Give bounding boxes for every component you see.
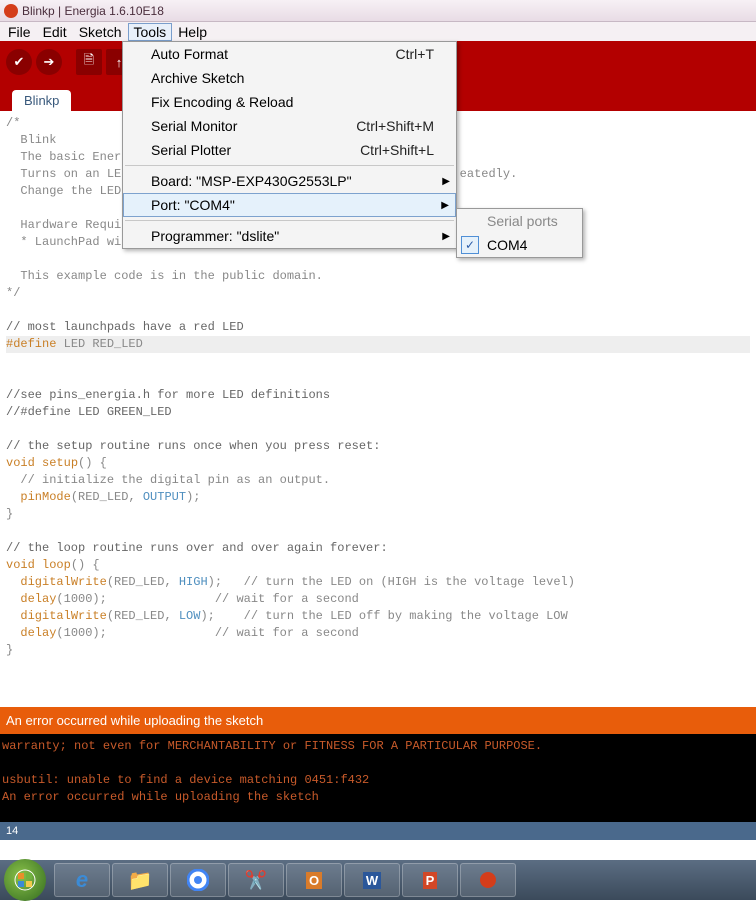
menu-archive-sketch[interactable]: Archive Sketch (123, 66, 456, 90)
menu-sketch[interactable]: Sketch (73, 24, 128, 40)
tab-sketch[interactable]: Blinkp (12, 90, 71, 111)
check-icon: ✓ (461, 236, 479, 254)
error-bar: An error occurred while uploading the sk… (0, 707, 756, 734)
scissors-icon: ✂️ (245, 870, 267, 891)
task-ie[interactable]: e (54, 863, 110, 897)
energia-icon (480, 872, 496, 888)
menu-help[interactable]: Help (172, 24, 213, 40)
menu-fix-encoding[interactable]: Fix Encoding & Reload (123, 90, 456, 114)
task-word[interactable]: W (344, 863, 400, 897)
menu-tools[interactable]: Tools (128, 23, 173, 41)
verify-button[interactable]: ✔ (6, 49, 32, 75)
outlook-icon: O (306, 872, 322, 889)
chevron-right-icon: ▶ (441, 200, 449, 211)
menu-file[interactable]: File (2, 24, 37, 40)
menu-edit[interactable]: Edit (37, 24, 73, 40)
window-title: Blinkp | Energia 1.6.10E18 (22, 4, 164, 18)
port-com4[interactable]: ✓ COM4 (457, 233, 582, 257)
powerpoint-icon: P (423, 872, 438, 889)
check-icon: ✔ (14, 54, 25, 70)
app-icon (4, 4, 18, 18)
menubar: File Edit Sketch Tools Help (0, 22, 756, 41)
chevron-right-icon: ▶ (442, 231, 450, 242)
task-chrome[interactable] (170, 863, 226, 897)
console-output[interactable]: warranty; not even for MERCHANTABILITY o… (0, 734, 756, 822)
submenu-header: Serial ports (457, 209, 582, 233)
titlebar: Blinkp | Energia 1.6.10E18 (0, 0, 756, 22)
menu-port[interactable]: Port: "COM4"▶ (123, 193, 456, 217)
task-outlook[interactable]: O (286, 863, 342, 897)
tools-dropdown: Auto FormatCtrl+T Archive Sketch Fix Enc… (122, 41, 457, 249)
status-line: 14 (6, 825, 18, 837)
file-icon: 🗎 (84, 51, 94, 73)
chrome-icon (187, 869, 209, 891)
menu-serial-plotter[interactable]: Serial PlotterCtrl+Shift+L (123, 138, 456, 162)
windows-icon (14, 869, 36, 891)
word-icon: W (363, 872, 381, 889)
menu-separator (125, 220, 454, 221)
task-energia[interactable] (460, 863, 516, 897)
arrow-right-icon: ➔ (44, 54, 55, 70)
chevron-right-icon: ▶ (442, 176, 450, 187)
error-message: An error occurred while uploading the sk… (6, 713, 263, 728)
task-snip[interactable]: ✂️ (228, 863, 284, 897)
port-submenu: Serial ports ✓ COM4 (456, 208, 583, 258)
folder-icon: 📁 (128, 868, 153, 893)
new-button[interactable]: 🗎 (76, 49, 102, 75)
task-explorer[interactable]: 📁 (112, 863, 168, 897)
start-button[interactable] (4, 859, 46, 901)
status-bar: 14 (0, 822, 756, 840)
taskbar: e 📁 ✂️ O W P (0, 860, 756, 900)
ie-icon: e (76, 867, 88, 893)
menu-auto-format[interactable]: Auto FormatCtrl+T (123, 42, 456, 66)
task-powerpoint[interactable]: P (402, 863, 458, 897)
upload-button[interactable]: ➔ (36, 49, 62, 75)
menu-programmer[interactable]: Programmer: "dslite"▶ (123, 224, 456, 248)
menu-separator (125, 165, 454, 166)
menu-board[interactable]: Board: "MSP-EXP430G2553LP"▶ (123, 169, 456, 193)
menu-serial-monitor[interactable]: Serial MonitorCtrl+Shift+M (123, 114, 456, 138)
